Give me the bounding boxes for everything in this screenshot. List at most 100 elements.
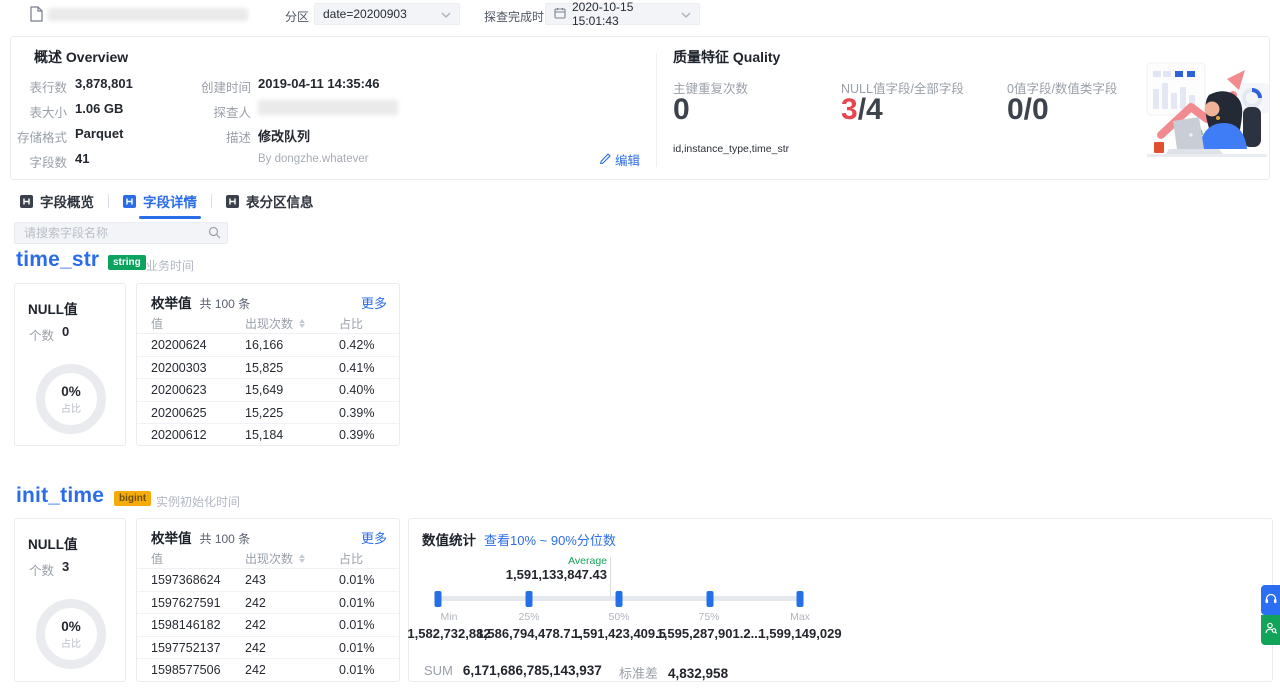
std-value: 4,832,958 <box>668 666 729 681</box>
chevron-down-icon <box>441 7 451 21</box>
quantile-handle-75[interactable] <box>706 591 713 607</box>
table-row: 1597627591 242 0.01% <box>137 592 399 615</box>
table-row: 1597368624 243 0.01% <box>137 569 399 592</box>
col-value: 值 <box>151 317 164 331</box>
probe-time-value: 2020-10-15 15:01:43 <box>572 0 634 28</box>
tab-field-details[interactable]: 字段详情 <box>123 191 201 219</box>
cell-pct: 0.01% <box>339 595 375 610</box>
sort-icon[interactable] <box>299 319 306 328</box>
field-description: 业务时间 <box>146 259 195 273</box>
edit-button[interactable]: 编辑 <box>599 150 640 169</box>
null-count-label: 个数 <box>29 564 55 578</box>
support-button[interactable] <box>1261 585 1280 615</box>
enum-total: 共 100 条 <box>199 297 251 311</box>
cell-pct: 0.39% <box>339 428 375 443</box>
col-value: 值 <box>151 552 164 566</box>
enum-rows: 1597368624 243 0.01% 1597627591 242 0.01% 15… <box>137 569 399 682</box>
enum-title: 枚举值 <box>151 531 192 546</box>
tab-label: 字段详情 <box>139 191 201 219</box>
table-row: 1597752137 242 0.01% <box>137 637 399 660</box>
field-type-badge: string <box>108 255 146 270</box>
partition-select-value: date=20200903 <box>323 7 407 21</box>
null-card-title: NULL值 <box>28 302 78 317</box>
tab-field-overview[interactable]: 字段概览 <box>20 191 94 211</box>
enum-rows: 20200624 16,166 0.42% 20200303 15,825 0.41% … <box>137 334 399 447</box>
cell-count: 15,184 <box>245 428 284 443</box>
sort-icon[interactable] <box>299 554 306 563</box>
cell-pct: 0.01% <box>339 640 375 655</box>
overview-value: Parquet <box>75 126 124 141</box>
calendar-icon <box>554 7 566 22</box>
quantile-handle-50[interactable] <box>615 591 623 607</box>
enum-header: 枚举值 共 100 条 <box>151 292 250 312</box>
table-name-redacted <box>48 8 248 21</box>
overview-label: 描述 <box>225 131 251 145</box>
null-count-value: 0 <box>62 324 70 339</box>
null-ratio-label: 占比 <box>61 403 81 415</box>
cell-count: 16,166 <box>245 338 284 352</box>
quantile-handle-25[interactable] <box>525 591 532 607</box>
null-ratio-pct: 0% <box>61 383 81 399</box>
null-count-label: 个数 <box>29 329 55 343</box>
enum-header: 枚举值 共 100 条 <box>151 527 250 547</box>
headset-icon <box>1265 591 1277 609</box>
cell-pct: 0.01% <box>339 663 375 678</box>
cell-count: 15,649 <box>245 383 284 398</box>
tab-partition-info[interactable]: 表分区信息 <box>226 191 314 211</box>
average-label: Average <box>568 555 607 567</box>
table-row: 1598577506 242 0.01% <box>137 659 399 682</box>
pencil-icon <box>599 152 611 167</box>
search-input[interactable] <box>14 222 228 244</box>
find-expert-button[interactable] <box>1261 615 1280 645</box>
probe-time-select[interactable]: 2020-10-15 15:01:43 <box>545 0 700 28</box>
stat-point-label: Max <box>790 611 810 623</box>
overview-label: 字段数 <box>29 156 67 170</box>
cell-count: 242 <box>245 618 266 633</box>
quantile-link[interactable]: 查看10% ~ 90%分位数 <box>484 530 616 549</box>
tab-bar: 字段概览 字段详情 表分区信息 <box>20 190 314 219</box>
numeric-stats-card: 数值统计 查看10% ~ 90%分位数 Average 1,591,133,84… <box>407 518 1273 682</box>
sum-label: SUM <box>424 663 453 678</box>
quality-stat-value: 0/0 <box>1007 93 1049 126</box>
section-divider <box>656 53 657 167</box>
cell-value: 1597752137 <box>151 640 221 655</box>
cell-count: 15,825 <box>245 360 284 375</box>
enum-more-link[interactable]: 更多 <box>361 293 387 312</box>
document-icon <box>30 6 43 27</box>
cell-value: 1598146182 <box>151 618 221 633</box>
null-count-value: 3 <box>62 559 70 574</box>
overview-value: 41 <box>75 151 90 166</box>
field-type-badge: bigint <box>114 491 152 506</box>
overview-label: 创建时间 <box>200 81 251 95</box>
tab-divider <box>108 194 109 208</box>
cell-value: 20200624 <box>151 338 207 352</box>
table-row: 20200303 15,825 0.41% <box>137 357 399 380</box>
floating-action-buttons <box>1261 585 1280 645</box>
quantile-handle-max[interactable] <box>796 591 804 607</box>
null-fields-note: id,instance_type,time_str <box>673 143 790 155</box>
overview-label: 表大小 <box>29 106 67 120</box>
search-icon[interactable] <box>208 226 221 244</box>
cell-pct: 0.39% <box>339 405 375 420</box>
quality-stat-value: 0 <box>673 93 690 126</box>
enum-title: 枚举值 <box>151 296 192 311</box>
table-row: 20200612 15,184 0.39% <box>137 424 399 447</box>
table-row: 20200623 15,649 0.40% <box>137 379 399 402</box>
field-name-time-str: time_str <box>16 248 100 271</box>
partition-select[interactable]: date=20200903 <box>314 3 460 25</box>
overview-value: 1.06 GB <box>75 101 124 116</box>
table-row: 1598146182 242 0.01% <box>137 614 399 637</box>
overview-label: 存储格式 <box>16 131 67 145</box>
col-pct: 占比 <box>339 317 364 331</box>
table-row: 20200625 15,225 0.39% <box>137 402 399 425</box>
null-ratio-label: 占比 <box>61 638 81 650</box>
null-ratio-donut: 0% 占比 <box>36 599 106 669</box>
table-row: 20200624 16,166 0.42% <box>137 334 399 357</box>
cell-count: 242 <box>245 640 266 655</box>
quality-title: 质量特征 Quality <box>673 49 781 65</box>
cell-pct: 0.01% <box>339 618 375 633</box>
quantile-handle-min[interactable] <box>434 591 442 607</box>
table-profile-page: 分区 date=20200903 探查完成时间 2020-10-15 15:01… <box>0 0 1280 693</box>
cell-pct: 0.40% <box>339 383 375 398</box>
enum-more-link[interactable]: 更多 <box>361 528 387 547</box>
